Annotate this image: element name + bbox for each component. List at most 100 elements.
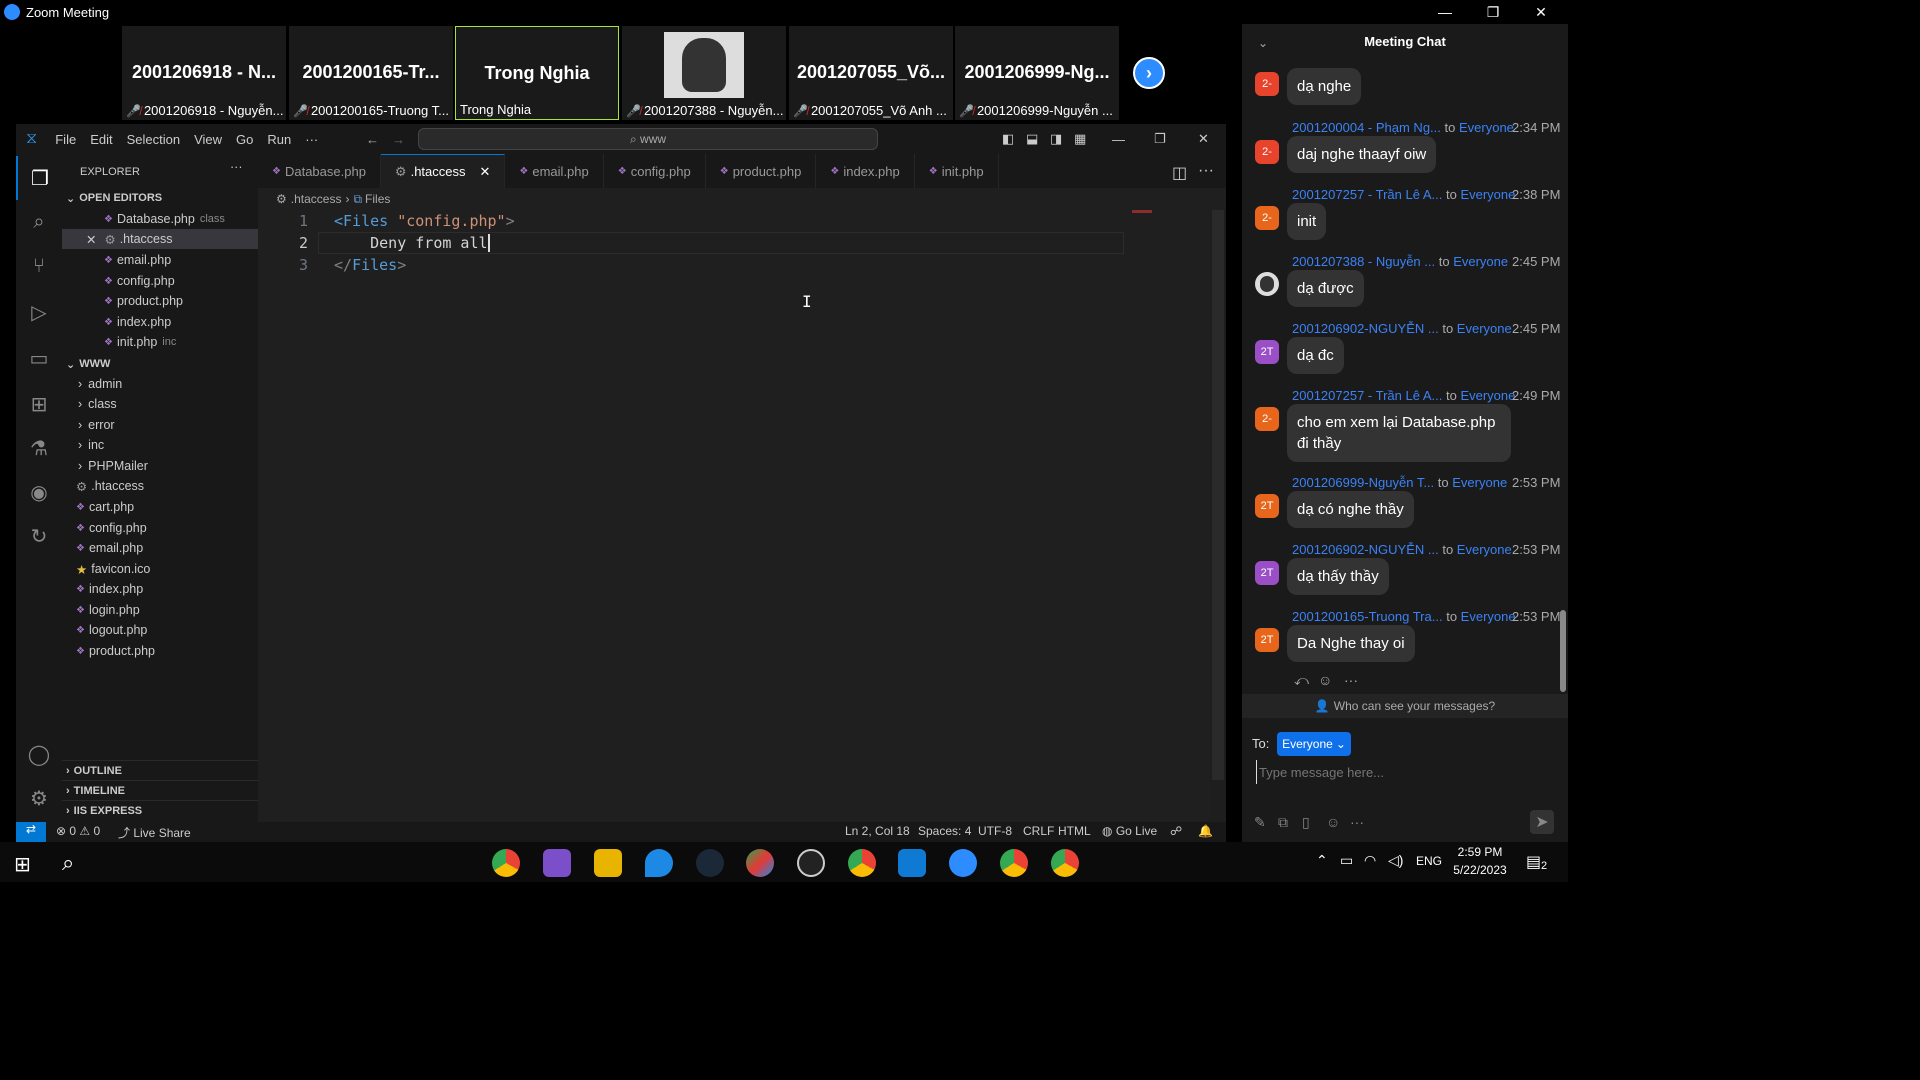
open-editor-item[interactable]: ❖ config.php	[62, 271, 258, 291]
file-item[interactable]: ❖ cart.php	[62, 497, 258, 517]
timeline-header[interactable]: › TIMELINE	[62, 780, 258, 800]
chrome-icon[interactable]	[492, 849, 520, 877]
toggle-secondary-sidebar-icon[interactable]: ◨	[1050, 131, 1062, 147]
participant-tile[interactable]: 2001206918 - N... 🎤̸ 2001206918 - Nguyễn.…	[122, 26, 286, 120]
zoom-icon[interactable]	[949, 849, 977, 877]
folder-item[interactable]: › error	[62, 415, 258, 435]
participant-tile[interactable]: 2001207055_Võ... 🎤̸ 2001207055_Võ Anh ...	[789, 26, 953, 120]
editor-more-icon[interactable]: ···	[1198, 162, 1214, 180]
vs-minimize-button[interactable]: —	[1112, 132, 1125, 147]
message-bubble[interactable]: daj nghe thaayf oiw	[1287, 136, 1437, 173]
menu-more[interactable]: ···	[305, 132, 318, 147]
back-arrow-icon[interactable]: ←	[366, 132, 379, 147]
emoji-icon[interactable]: ☺	[1326, 814, 1340, 830]
file-item[interactable]: ❖ config.php	[62, 518, 258, 538]
wifi-icon[interactable]: ◠	[1364, 852, 1376, 869]
file-explorer-icon[interactable]	[594, 849, 622, 877]
chrome-profile-icon[interactable]	[1000, 849, 1028, 877]
code-editor[interactable]: 1 2 3 <Files "config.php"> Deny from all…	[258, 210, 1210, 822]
forward-arrow-icon[interactable]: →	[392, 132, 405, 147]
tab-htaccess[interactable]: ⚙ .htaccess ✕	[380, 154, 506, 188]
file-item[interactable]: ❖ index.php	[62, 579, 258, 599]
more-icon[interactable]: ···	[1350, 814, 1364, 830]
accounts-icon[interactable]: ◯	[16, 732, 62, 776]
tab-email[interactable]: ❖ email.php	[505, 154, 604, 188]
minimize-button[interactable]: —	[1422, 0, 1468, 24]
show-hidden-icons[interactable]: ⌃	[1316, 852, 1328, 869]
open-editor-item[interactable]: ❖ product.php	[62, 291, 258, 311]
feedback-icon[interactable]: ☍	[1170, 824, 1182, 838]
message-bubble[interactable]: dạ được	[1287, 270, 1364, 307]
remote-indicator-icon[interactable]: ⇄	[16, 822, 46, 842]
run-debug-icon[interactable]: ▷	[16, 290, 62, 334]
chat-scrollbar[interactable]	[1560, 610, 1566, 692]
settings-gear-icon[interactable]: ⚙	[16, 776, 62, 820]
format-icon[interactable]: ✎	[1254, 814, 1266, 831]
open-editor-item[interactable]: ❖ index.php	[62, 312, 258, 332]
file-item[interactable]: ★ favicon.ico	[62, 559, 258, 579]
app-icon[interactable]	[746, 849, 774, 877]
iis-express-header[interactable]: › IIS EXPRESS	[62, 800, 258, 820]
battery-icon[interactable]: ▭	[1340, 852, 1353, 869]
indentation[interactable]: Spaces: 4	[918, 824, 971, 838]
close-button[interactable]: ✕	[1518, 0, 1564, 24]
file-item[interactable]: ❖ login.php	[62, 600, 258, 620]
menu-run[interactable]: Run	[267, 132, 291, 147]
chrome-profile-icon[interactable]	[1051, 849, 1079, 877]
emoji-reaction-icon[interactable]: ☺	[1318, 672, 1332, 688]
editor-scrollbar[interactable]	[1212, 210, 1224, 780]
language-mode[interactable]: HTML	[1058, 824, 1091, 838]
message-more-icon[interactable]: ···	[1344, 672, 1358, 688]
live-share-status[interactable]: ⤴ Live Share	[118, 824, 191, 841]
remote-explorer-icon[interactable]: ▭	[16, 336, 62, 380]
file-item[interactable]: ❖ logout.php	[62, 620, 258, 640]
app-drop-icon[interactable]	[645, 849, 673, 877]
notifications-bell-icon[interactable]: 🔔	[1198, 824, 1213, 838]
search-icon[interactable]: ⌕	[62, 850, 74, 876]
message-input[interactable]	[1256, 760, 1556, 784]
next-participants-arrow-icon[interactable]: ›	[1133, 57, 1165, 89]
folder-header[interactable]: ⌄ WWW	[62, 354, 258, 374]
folder-item[interactable]: › PHPMailer	[62, 456, 258, 476]
cursor-position[interactable]: Ln 2, Col 18	[845, 824, 910, 838]
problems-count[interactable]: ⊗ 0 ⚠ 0	[56, 824, 100, 838]
menu-file[interactable]: File	[55, 132, 76, 147]
tab-index[interactable]: ❖ index.php	[816, 154, 915, 188]
tab-init[interactable]: ❖ init.php	[915, 154, 999, 188]
open-editor-item[interactable]: ❖ Database.php class	[62, 209, 258, 229]
recipient-dropdown[interactable]: Everyone ⌄	[1277, 732, 1351, 756]
split-editor-icon[interactable]: ◫	[1172, 163, 1187, 183]
participant-tile[interactable]: 2001200165-Tr... 🎤̸ 2001200165-Truong T..…	[289, 26, 453, 120]
folder-item[interactable]: › inc	[62, 435, 258, 455]
open-editor-item-active[interactable]: ✕ ⚙ .htaccess	[62, 229, 258, 249]
explorer-icon[interactable]: ❐	[16, 156, 62, 200]
menu-edit[interactable]: Edit	[90, 132, 112, 147]
screenshot-icon[interactable]: ⧉	[1278, 814, 1288, 831]
file-icon[interactable]: ▯	[1302, 814, 1310, 831]
line-ending[interactable]: CRLF	[1023, 824, 1054, 838]
open-editor-item[interactable]: ❖ email.php	[62, 250, 258, 270]
encoding[interactable]: UTF-8	[978, 824, 1012, 838]
testing-icon[interactable]: ⚗	[16, 426, 62, 470]
menu-view[interactable]: View	[194, 132, 222, 147]
github-icon[interactable]: ◉	[16, 470, 62, 514]
file-item[interactable]: ⚙ .htaccess	[62, 476, 258, 496]
open-editor-item[interactable]: ❖ init.php inc	[62, 332, 258, 352]
message-bubble[interactable]: cho em xem lại Database.php đi thầy	[1287, 404, 1511, 462]
language-indicator[interactable]: ENG	[1416, 854, 1442, 868]
go-live-button[interactable]: ◍ Go Live	[1102, 824, 1157, 838]
live-share-icon[interactable]: ↻	[16, 514, 62, 558]
search-icon[interactable]: ⌕	[16, 200, 62, 244]
outline-header[interactable]: › OUTLINE	[62, 760, 258, 780]
vs-restore-button[interactable]: ❐	[1154, 131, 1166, 147]
message-bubble[interactable]: dạ có nghe thầy	[1287, 491, 1414, 528]
vscode-icon[interactable]	[898, 849, 926, 877]
vs-close-button[interactable]: ✕	[1198, 131, 1209, 147]
volume-icon[interactable]: ◁)	[1388, 852, 1403, 869]
who-can-see-link[interactable]: 👤 Who can see your messages?	[1242, 694, 1568, 718]
folder-item[interactable]: › admin	[62, 374, 258, 394]
menu-selection[interactable]: Selection	[127, 132, 180, 147]
steam-icon[interactable]	[696, 849, 724, 877]
explorer-more-icon[interactable]: ···	[230, 160, 243, 174]
file-item[interactable]: ❖ email.php	[62, 538, 258, 558]
